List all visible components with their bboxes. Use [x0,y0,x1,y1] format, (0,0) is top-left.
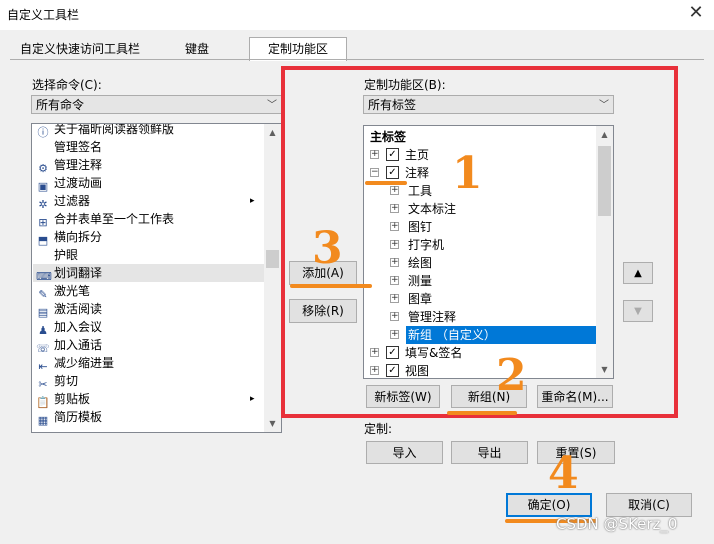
scroll-down-icon[interactable]: ▼ [264,415,281,432]
info-icon: ⓘ [37,126,49,139]
choose-commands-value: 所有命令 [36,98,85,112]
list-item[interactable]: ✂ 剪切 [36,372,79,391]
title-bar [0,0,714,30]
list-item-label: 过渡动画 [54,176,103,190]
list-item-label: 剪切 [54,374,79,388]
watermark: CSDN @SKerz_0 [556,515,678,533]
choose-commands-label: 选择命令(C): [32,78,102,92]
blank-icon [36,248,50,262]
scroll-up-icon[interactable]: ▲ [264,124,281,141]
annotation-underline-2 [447,411,517,415]
list-item-label: 划词翻译 [54,266,103,280]
list-item-label: 合并表单至一个工作表 [54,212,175,226]
list-item-label: 护眼 [54,248,79,262]
list-item-label: 过滤器 [54,194,91,208]
blank-icon [36,140,50,154]
choose-commands-dropdown[interactable]: 所有命令 ﹀ [31,95,282,114]
window-title: 自定义工具栏 [7,8,80,22]
split-icon: ⬒ [37,234,49,247]
list-item[interactable]: ▤ 激活阅读 [36,300,103,319]
clipboard-icon: 📋 [36,396,50,409]
list-item[interactable]: ⇤ 减少缩进量 [36,354,115,373]
list-item[interactable]: ♟ 加入会议 [36,318,103,337]
settings-icon: ⚙ [38,162,48,175]
list-item-label: 管理注释 [54,158,103,172]
template-icon: ▦ [37,414,49,427]
scissors-icon: ✂ [38,378,48,391]
merge-icon: ⊞ [38,216,48,229]
list-item-label: 激光笔 [54,284,91,298]
annotation-underline-1 [365,181,407,185]
annotation-3: 3 [312,223,343,274]
list-item[interactable]: ▣ 过渡动画 [36,174,103,193]
list-item-label: 加入通话 [54,338,103,352]
list-item[interactable]: ⓘ 关于福昕阅读器领鲜版 [36,123,175,139]
customize-label: 定制: [364,422,393,436]
export-button[interactable]: 导出 [451,441,528,464]
transition-icon: ▣ [37,180,49,193]
tab-keyboard[interactable]: 键盘 [175,40,219,59]
list-item-label: 横向拆分 [54,230,103,244]
filter-icon: ✲ [38,198,48,211]
tab-divider [10,59,704,60]
list-item[interactable]: ⚙ 管理注释 [36,156,103,175]
list-item[interactable]: ▦ 简历模板 [36,408,103,427]
join-call-icon: ☏ [36,342,50,355]
list-item[interactable]: ✲ 过滤器 ▸ [36,192,254,211]
tab-quick-access[interactable]: 自定义快速访问工具栏 [15,40,145,59]
import-button[interactable]: 导入 [366,441,443,464]
list-item-label: 简历模板 [54,410,103,424]
list-item-label: 管理签名 [54,140,103,154]
chevron-down-icon: ﹀ [267,100,277,111]
scroll-thumb[interactable] [266,250,279,268]
list-item-label: 关于福昕阅读器领鲜版 [54,123,175,136]
outdent-icon: ⇤ [38,360,48,373]
list-item[interactable]: ⬒ 横向拆分 [36,228,103,247]
list-item[interactable]: 护眼 [36,246,78,264]
list-item-label: 减少缩进量 [54,356,115,370]
activate-read-icon: ▤ [37,306,49,319]
list-item-label: 加入会议 [54,320,103,334]
submenu-arrow-icon: ▸ [250,196,255,206]
laser-pen-icon: ✎ [38,288,48,301]
close-icon[interactable]: ✕ [684,2,708,26]
list-item[interactable]: ☏ 加入通话 [36,336,103,355]
list-item[interactable]: 📋 剪贴板 ▸ [36,390,254,409]
annotation-1: 1 [452,148,483,199]
join-meeting-icon: ♟ [38,324,48,337]
list-item[interactable]: ⌨ 划词翻译 [33,264,266,283]
list-item-label: 剪贴板 [54,392,91,406]
annotation-2: 2 [496,350,527,401]
tab-customize-ribbon[interactable]: 定制功能区 [249,37,347,61]
cancel-button[interactable]: 取消(C) [606,493,692,517]
list-item-label: 激活阅读 [54,302,103,316]
list-item[interactable]: 管理签名 [36,138,102,156]
translate-icon: ⌨ [36,270,52,283]
commands-list[interactable]: ▦ 简历模板 📋 剪贴板 ▸ ✂ 剪切 ⇤ 减少缩进量 ☏ 加入通话 ♟ 加入会议 ▤ 激活阅读 ✎ 激光笔 ⌨ 划… [31,123,282,433]
commands-scrollbar[interactable]: ▲ ▼ [264,124,281,432]
list-item[interactable]: ⊞ 合并表单至一个工作表 [36,210,175,229]
annotation-underline-3 [290,284,372,288]
submenu-arrow-icon: ▸ [250,394,255,404]
list-item[interactable]: ✎ 激光笔 [36,282,91,301]
annotation-4: 4 [548,448,579,499]
